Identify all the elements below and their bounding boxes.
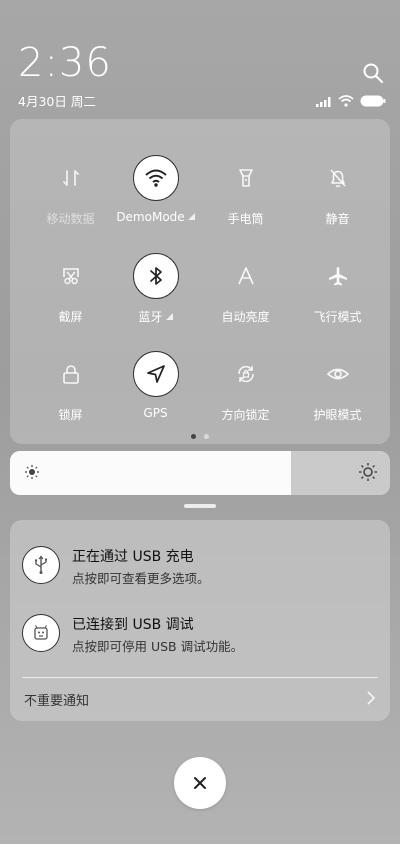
tile-lock-screen[interactable]: 锁屏 [23, 343, 118, 433]
auto-brightness-icon [223, 253, 269, 299]
location-arrow-icon [132, 351, 179, 397]
tile-label: 方向锁定 [221, 408, 270, 422]
mobile-data-icon [48, 155, 94, 201]
tile-auto-brightness[interactable]: 自动亮度 [198, 245, 293, 335]
tile-label: 蓝牙 [108, 308, 203, 325]
brightness-low-icon [24, 464, 40, 484]
screenshot-icon [48, 253, 94, 299]
brightness-high-icon [358, 462, 378, 486]
tile-label: 锁屏 [58, 408, 83, 422]
signal-icon [316, 92, 332, 111]
close-icon [194, 777, 206, 789]
brightness-slider[interactable] [10, 451, 390, 495]
page-indicator [10, 434, 390, 439]
tile-label: 移动数据 [46, 212, 95, 226]
usb-icon [22, 546, 60, 584]
mute-bell-icon [315, 155, 361, 201]
clear-all-button[interactable] [174, 757, 226, 809]
tile-mobile-data[interactable]: 移动数据 [23, 147, 118, 237]
status-bar: 2:36 4月30日 周二 [0, 0, 400, 110]
clock: 2:36 [18, 40, 112, 86]
tile-label: 飞行模式 [313, 310, 362, 324]
wifi-icon [338, 92, 354, 111]
notification-subtitle: 点按即可查看更多选项。 [72, 571, 210, 586]
chevron-right-icon[interactable] [366, 690, 376, 710]
tile-gps[interactable]: GPS [108, 343, 203, 433]
tile-label: 手电筒 [227, 212, 264, 226]
tile-label: 自动亮度 [221, 310, 270, 324]
notification-usb-debugging[interactable]: 已连接到 USB 调试 点按即可停用 USB 调试功能。 [22, 608, 382, 658]
unimportant-notifications-link[interactable]: 不重要通知 [24, 690, 89, 709]
battery-icon [360, 92, 386, 111]
tile-flashlight[interactable]: 手电筒 [198, 147, 293, 237]
system-icons [316, 92, 386, 111]
divider [22, 677, 378, 678]
eye-icon [315, 351, 361, 397]
tile-bluetooth[interactable]: 蓝牙 [108, 245, 203, 335]
tile-airplane[interactable]: 飞行模式 [290, 245, 385, 335]
notification-usb-charging[interactable]: 正在通过 USB 充电 点按即可查看更多选项。 [22, 540, 382, 590]
drag-handle[interactable] [184, 504, 216, 508]
notification-subtitle: 点按即可停用 USB 调试功能。 [72, 639, 244, 654]
tile-mute[interactable]: 静音 [290, 147, 385, 237]
tile-screenshot[interactable]: 截屏 [23, 245, 118, 335]
tile-label: 静音 [325, 212, 350, 226]
tile-label: 护眼模式 [313, 408, 362, 422]
android-debug-icon [22, 614, 60, 652]
rotation-lock-icon [223, 351, 269, 397]
tile-eye-care[interactable]: 护眼模式 [290, 343, 385, 433]
page-dot-2[interactable] [204, 434, 209, 439]
date-label: 4月30日 周二 [18, 94, 96, 109]
tile-label: 截屏 [58, 310, 83, 324]
wifi-icon [132, 155, 179, 201]
brightness-fill [10, 451, 292, 495]
search-icon[interactable] [362, 62, 384, 84]
dropdown-triangle-icon [165, 313, 173, 320]
notification-panel: 正在通过 USB 充电 点按即可查看更多选项。 已连接到 USB 调试 点按即可… [10, 520, 390, 721]
page-dot-1[interactable] [191, 434, 196, 439]
tile-rotation-lock[interactable]: 方向锁定 [198, 343, 293, 433]
tile-label: GPS [143, 406, 168, 420]
bluetooth-icon [132, 253, 179, 299]
dropdown-triangle-icon [187, 213, 195, 220]
quick-settings-panel: 移动数据 DemoMode 手电筒 静音 截屏 蓝牙 自动亮度 飞行模式 锁屏 … [10, 119, 390, 444]
flashlight-icon [223, 155, 269, 201]
airplane-icon [315, 253, 361, 299]
tile-wifi[interactable]: DemoMode [108, 147, 203, 237]
notification-title: 已连接到 USB 调试 [72, 617, 194, 633]
tile-label: DemoMode [108, 210, 203, 224]
lock-icon [48, 351, 94, 397]
notification-title: 正在通过 USB 充电 [72, 549, 194, 565]
